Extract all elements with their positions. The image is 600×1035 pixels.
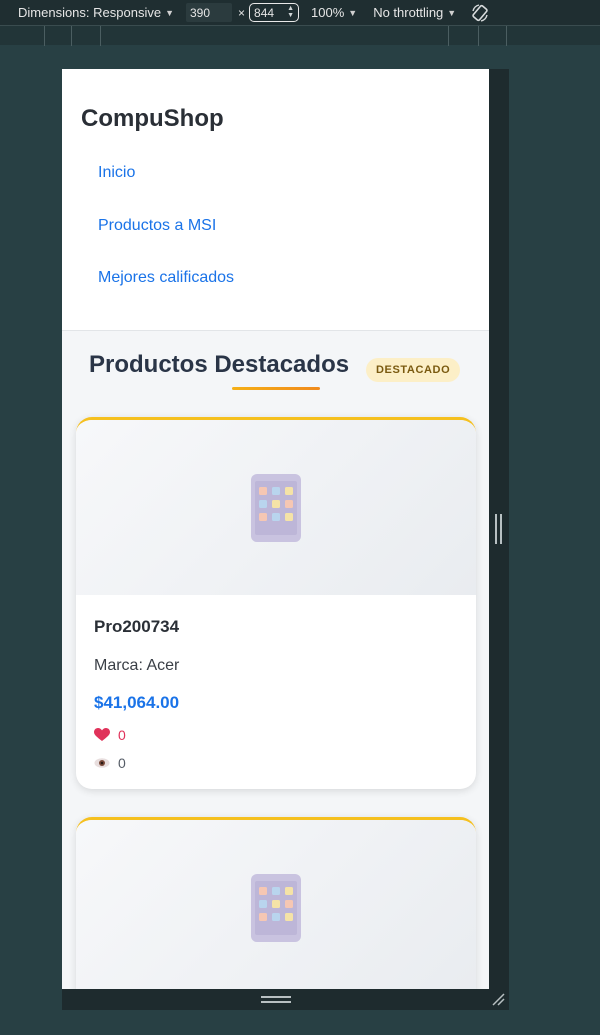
dimensions-dropdown[interactable]: Dimensions: Responsive ▼ [18,5,174,20]
product-brand: Marca: Acer [94,657,180,674]
tablet-icon [251,873,301,942]
heart-icon [94,728,110,741]
views-row: 0 [94,755,458,771]
nav-link-productos-msi[interactable]: Productos a MSI [98,217,216,235]
zoom-dropdown[interactable]: 100% ▼ [311,5,357,20]
title-underline [232,387,320,390]
nav-link-inicio[interactable]: Inicio [98,164,135,182]
chevron-down-icon: ▼ [348,7,358,18]
throttling-dropdown[interactable]: No throttling ▼ [373,5,456,20]
product-card[interactable]: Pro200734 Marca: Acer $41,064.00 0 0 [76,417,476,789]
product-image[interactable] [76,420,476,595]
product-card[interactable] [76,817,476,989]
devtools-toolbar: Dimensions: Responsive ▼ 390 × 844 ▲ ▼ 10… [0,0,600,25]
resize-corner-icon[interactable] [491,992,505,1006]
stepper-icon[interactable]: ▲ ▼ [287,5,294,19]
media-query-ruler [0,25,600,46]
width-value: 390 [190,5,211,20]
throttling-label: No throttling [373,5,444,20]
brand-logo[interactable]: CompuShop [81,105,224,133]
eye-icon [94,758,110,768]
width-input[interactable]: 390 [186,3,232,22]
chevron-down-icon: ▼ [447,7,457,18]
grip-horizontal-icon[interactable] [261,996,291,1003]
rotate-icon[interactable] [470,3,490,23]
featured-badge: DESTACADO [366,358,461,382]
product-image[interactable] [76,820,476,989]
device-viewport: CompuShop Inicio Productos a MSI Mejores… [62,69,489,989]
tablet-icon [251,473,301,542]
section-title: Productos Destacados [89,351,350,378]
dimensions-label: Dimensions: Responsive [18,5,162,20]
likes-count: 0 [118,727,126,743]
height-value: 844 [254,5,275,20]
product-info: Pro200734 Marca: Acer $41,064.00 0 0 [76,595,476,789]
grip-vertical-icon[interactable] [495,514,502,544]
chevron-down-icon: ▼ [165,7,174,18]
product-name[interactable]: Pro200734 [94,617,458,637]
zoom-label: 100% [311,5,345,20]
times-sign: × [238,5,246,20]
height-input[interactable]: 844 ▲ ▼ [249,3,300,22]
views-count: 0 [118,755,126,771]
product-price: $41,064.00 [94,693,180,712]
nav-link-mejores-calificados[interactable]: Mejores calificados [98,269,234,287]
site-header: CompuShop Inicio Productos a MSI Mejores… [62,69,489,331]
likes-row[interactable]: 0 [94,727,458,743]
